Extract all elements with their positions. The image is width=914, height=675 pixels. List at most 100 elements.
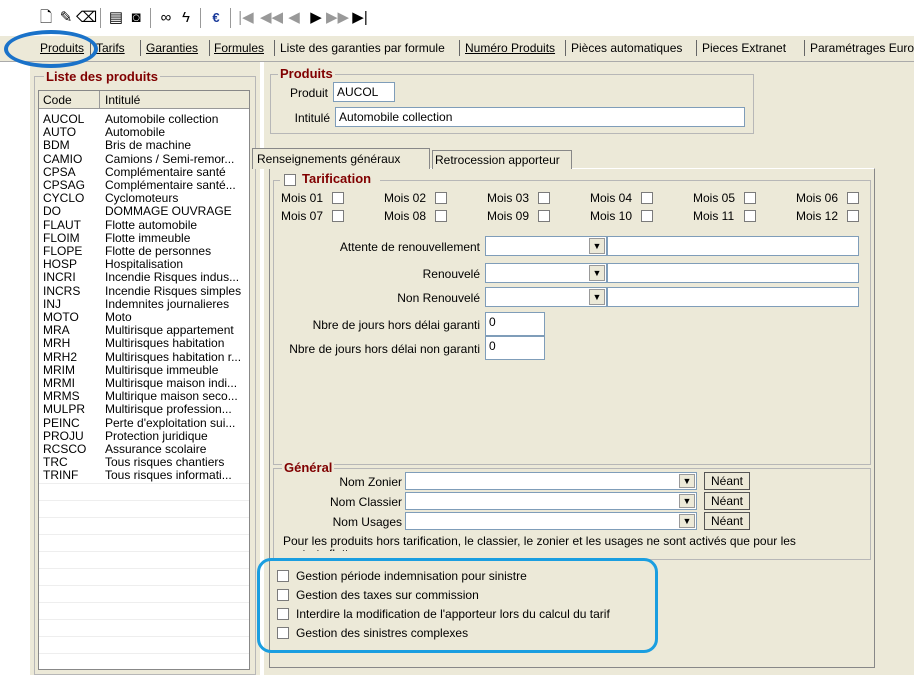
jours-garanti-field[interactable]: 0 (485, 312, 545, 336)
list-item-label: Flotte immeuble (105, 230, 191, 245)
dropdown-icon[interactable]: ▼ (679, 494, 695, 508)
attente-text[interactable] (607, 236, 859, 256)
list-item[interactable]: MRMS Multirique maison seco... (39, 390, 249, 403)
column-divider (99, 91, 100, 109)
prev-page-icon[interactable]: ◀◀ (260, 8, 283, 28)
tab-liste-garanties[interactable]: Liste des garanties par formule (280, 41, 445, 55)
column-header-intitule[interactable]: Intitulé (105, 93, 140, 107)
list-item-label: Indemnites journalieres (105, 296, 230, 311)
subtab-renseignements-label: Renseignements généraux (257, 152, 401, 166)
list-item[interactable]: TRC Tous risques chantiers (39, 456, 249, 469)
list-item[interactable]: PEINC Perte d'exploitation sui... (39, 416, 249, 430)
next-page-icon[interactable]: ▶▶ (326, 8, 349, 28)
tarification-checkbox[interactable] (284, 174, 296, 186)
month-checkbox[interactable] (847, 210, 859, 222)
produit-field[interactable]: AUCOL (333, 82, 395, 102)
toolbar-separator (200, 8, 201, 28)
list-item[interactable]: CPSAG Complémentaire santé... (39, 179, 249, 192)
list-item[interactable]: CAMIO Camions / Semi-remor... (39, 151, 249, 166)
list-item[interactable]: MRH Multirisques habitation (39, 337, 249, 350)
lightning-icon[interactable]: ϟ (176, 8, 196, 28)
first-icon[interactable]: |◀ (236, 8, 256, 28)
prev-icon[interactable]: ◀ (284, 8, 304, 28)
next-icon[interactable]: ▶ (306, 8, 326, 28)
renouvele-select[interactable]: ▼ (485, 263, 607, 283)
dropdown-icon[interactable]: ▼ (679, 514, 695, 528)
classier-neant-button[interactable]: Néant (704, 492, 750, 510)
list-item[interactable]: INCRS Incendie Risques simples (39, 284, 249, 298)
month-checkbox[interactable] (538, 192, 550, 204)
euro-icon[interactable]: € (206, 8, 226, 28)
last-icon[interactable]: ▶| (350, 8, 370, 28)
list-item[interactable]: FLOIM Flotte immeuble (39, 230, 249, 245)
attente-select[interactable]: ▼ (485, 236, 607, 256)
tab-pieces-automatiques[interactable]: Pièces automatiques (571, 41, 682, 55)
list-item[interactable]: CPSA Complémentaire santé (39, 165, 249, 179)
tab-tarifs[interactable]: Tarifs (96, 41, 125, 55)
month-checkbox[interactable] (435, 192, 447, 204)
list-item[interactable]: FLAUT Flotte automobile (39, 218, 249, 232)
dropdown-icon[interactable]: ▼ (679, 474, 695, 488)
list-gridline (39, 653, 249, 654)
list-item[interactable]: MULPR Multirisque profession... (39, 403, 249, 416)
month-checkbox[interactable] (641, 192, 653, 204)
classier-select[interactable]: ▼ (405, 492, 697, 510)
erase-icon[interactable]: ⌫ (76, 8, 97, 28)
month-checkbox[interactable] (332, 192, 344, 204)
subtab-retrocession[interactable]: Retrocession apporteur (432, 150, 572, 169)
list-item[interactable]: MOTO Moto (39, 311, 249, 324)
list-item[interactable]: PROJU Protection juridique (39, 429, 249, 443)
product-list[interactable]: Code Intitulé AUCOL Automobile collection… (38, 90, 250, 670)
dropdown-icon[interactable]: ▼ (589, 238, 605, 254)
month-checkbox[interactable] (744, 210, 756, 222)
tab-parametrages-euro[interactable]: Paramétrages Euro (810, 41, 914, 55)
list-item[interactable]: DO DOMMAGE OUVRAGE (39, 205, 249, 218)
list-view-icon[interactable]: ▤ (106, 8, 126, 28)
list-item[interactable]: AUTO Automobile (39, 126, 249, 139)
dropdown-icon[interactable]: ▼ (589, 265, 605, 281)
binoculars-icon[interactable]: ∞ (156, 8, 176, 28)
list-item[interactable]: TRINF Tous risques informati... (39, 469, 249, 482)
list-item-label: Hospitalisation (105, 257, 184, 272)
list-item[interactable]: CYCLO Cyclomoteurs (39, 192, 249, 205)
tab-numero-produits[interactable]: Numéro Produits (465, 41, 555, 55)
usages-select[interactable]: ▼ (405, 512, 697, 530)
list-item[interactable]: MRA Multirisque appartement (39, 324, 249, 337)
intitule-field[interactable]: Automobile collection (335, 107, 745, 127)
camera-icon[interactable]: ◙ (126, 8, 146, 28)
non-renouvele-select[interactable]: ▼ (485, 287, 607, 307)
list-item[interactable]: MRMI Multirisque maison indi... (39, 377, 249, 390)
tab-formules[interactable]: Formules (214, 41, 264, 55)
list-item-code: MOTO (43, 310, 79, 324)
month-checkbox[interactable] (744, 192, 756, 204)
list-item[interactable]: FLOPE Flotte de personnes (39, 245, 249, 258)
list-item[interactable]: AUCOL Automobile collection (39, 113, 249, 126)
month-checkbox[interactable] (847, 192, 859, 204)
edit-icon[interactable]: ✎ (56, 8, 76, 28)
month-checkbox[interactable] (538, 210, 550, 222)
list-item[interactable]: INJ Indemnites journalieres (39, 296, 249, 311)
list-gridline (39, 568, 249, 569)
list-item[interactable]: RCSCO Assurance scolaire (39, 443, 249, 456)
dropdown-icon[interactable]: ▼ (589, 289, 605, 305)
usages-neant-button[interactable]: Néant (704, 512, 750, 530)
list-item[interactable]: BDM Bris de machine (39, 139, 249, 152)
list-item-code: CAMIO (43, 151, 83, 166)
non-renouvele-text[interactable] (607, 287, 859, 307)
renouvele-text[interactable] (607, 263, 859, 283)
list-item[interactable]: MRIM Multirisque immeuble (39, 363, 249, 377)
list-item[interactable]: MRH2 Multirisques habitation r... (39, 350, 249, 364)
zonier-neant-button[interactable]: Néant (704, 472, 750, 490)
list-item[interactable]: HOSP Hospitalisation (39, 258, 249, 271)
month-checkbox[interactable] (641, 210, 653, 222)
month-checkbox[interactable] (435, 210, 447, 222)
jours-non-garanti-field[interactable]: 0 (485, 336, 545, 360)
new-icon[interactable]: 🗋 (36, 8, 56, 28)
month-checkbox[interactable] (332, 210, 344, 222)
zonier-select[interactable]: ▼ (405, 472, 697, 490)
list-item[interactable]: INCRI Incendie Risques indus... (39, 271, 249, 284)
subtab-renseignements[interactable]: Renseignements généraux (252, 148, 430, 169)
tab-pieces-extranet[interactable]: Pieces Extranet (702, 41, 786, 55)
tab-garanties[interactable]: Garanties (146, 41, 198, 55)
column-header-code[interactable]: Code (43, 93, 72, 107)
